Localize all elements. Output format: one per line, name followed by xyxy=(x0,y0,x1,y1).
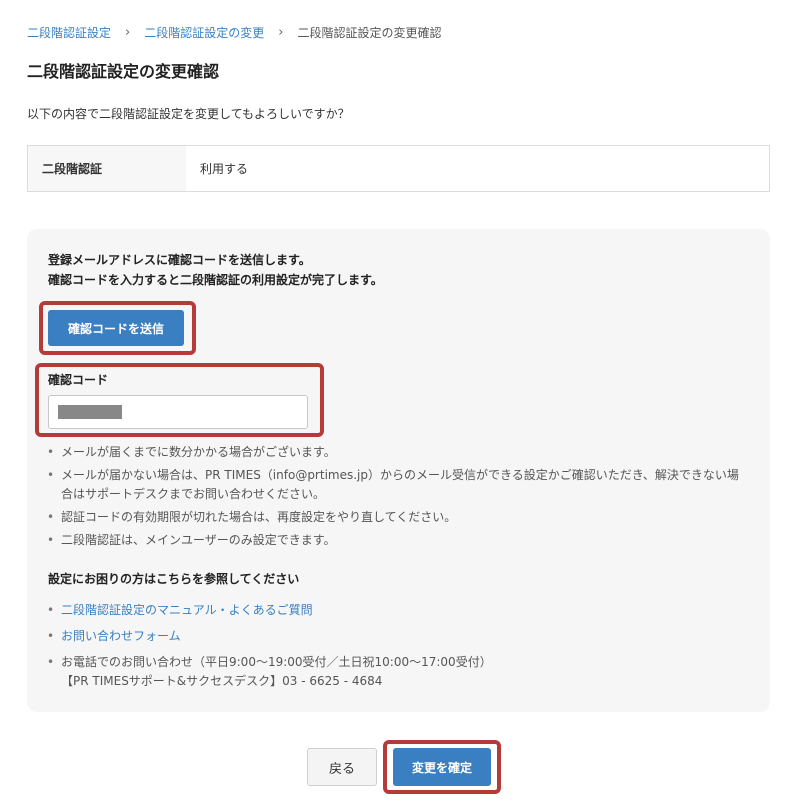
breadcrumb: 二段階認証設定 › 二段階認証設定の変更 › 二段階認証設定の変更確認 xyxy=(27,24,441,41)
manual-faq-link[interactable]: 二段階認証設定のマニュアル・よくあるご質問 xyxy=(61,603,313,617)
code-input[interactable] xyxy=(48,395,308,429)
description-line: 登録メールアドレスに確認コードを送信します。 xyxy=(48,253,311,267)
code-label: 確認コード xyxy=(48,373,109,387)
list-item: 二段階認証は、メインユーザーのみ設定できます。 xyxy=(45,531,745,550)
help-list: 二段階認証設定のマニュアル・よくあるご質問 お問い合わせフォーム お電話でのお問… xyxy=(45,601,745,698)
intro-text: 以下の内容で二段階認証設定を変更してもよろしいですか？ xyxy=(27,107,350,121)
masked-value xyxy=(58,405,122,419)
verification-description: 登録メールアドレスに確認コードを送信します。 確認コードを入力すると二段階認証の… xyxy=(48,250,383,290)
setting-label: 二段階認証 xyxy=(28,146,186,191)
help-title: 設定にお困りの方はこちらを参照してください xyxy=(48,572,300,586)
description-line: 確認コードを入力すると二段階認証の利用設定が完了します。 xyxy=(48,273,383,287)
chevron-right-icon: › xyxy=(278,25,284,40)
back-button[interactable]: 戻る xyxy=(307,748,377,786)
phone-number: 【PR TIMESサポート&サクセスデスク】03 - 6625 - 4684 xyxy=(61,674,383,688)
list-item: お電話でのお問い合わせ（平日9:00〜19:00受付／土日祝10:00〜17:0… xyxy=(45,653,745,691)
chevron-right-icon: › xyxy=(125,25,131,40)
list-item: 二段階認証設定のマニュアル・よくあるご質問 xyxy=(45,601,745,620)
phone-hours: お電話でのお問い合わせ（平日9:00〜19:00受付／土日祝10:00〜17:0… xyxy=(61,655,492,669)
contact-form-link[interactable]: お問い合わせフォーム xyxy=(61,629,181,643)
list-item: 認証コードの有効期限が切れた場合は、再度設定をやり直してください。 xyxy=(45,508,745,527)
breadcrumb-link-2fa-change[interactable]: 二段階認証設定の変更 xyxy=(144,24,264,41)
list-item: メールが届くまでに数分かかる場合がございます。 xyxy=(45,443,745,462)
breadcrumb-link-2fa-settings[interactable]: 二段階認証設定 xyxy=(27,24,111,41)
page-title: 二段階認証設定の変更確認 xyxy=(27,62,220,81)
breadcrumb-current: 二段階認証設定の変更確認 xyxy=(297,26,442,40)
confirm-change-button[interactable]: 変更を確定 xyxy=(393,748,491,786)
send-code-button[interactable]: 確認コードを送信 xyxy=(48,310,184,346)
list-item: メールが届かない場合は、PR TIMES（info@prtimes.jp）からの… xyxy=(45,466,745,504)
verification-panel: 登録メールアドレスに確認コードを送信します。 確認コードを入力すると二段階認証の… xyxy=(27,229,770,712)
list-item: お問い合わせフォーム xyxy=(45,627,745,646)
notes-list: メールが届くまでに数分かかる場合がございます。 メールが届かない場合は、PR T… xyxy=(45,443,745,554)
setting-table: 二段階認証 利用する xyxy=(27,145,770,192)
setting-value: 利用する xyxy=(186,146,769,191)
